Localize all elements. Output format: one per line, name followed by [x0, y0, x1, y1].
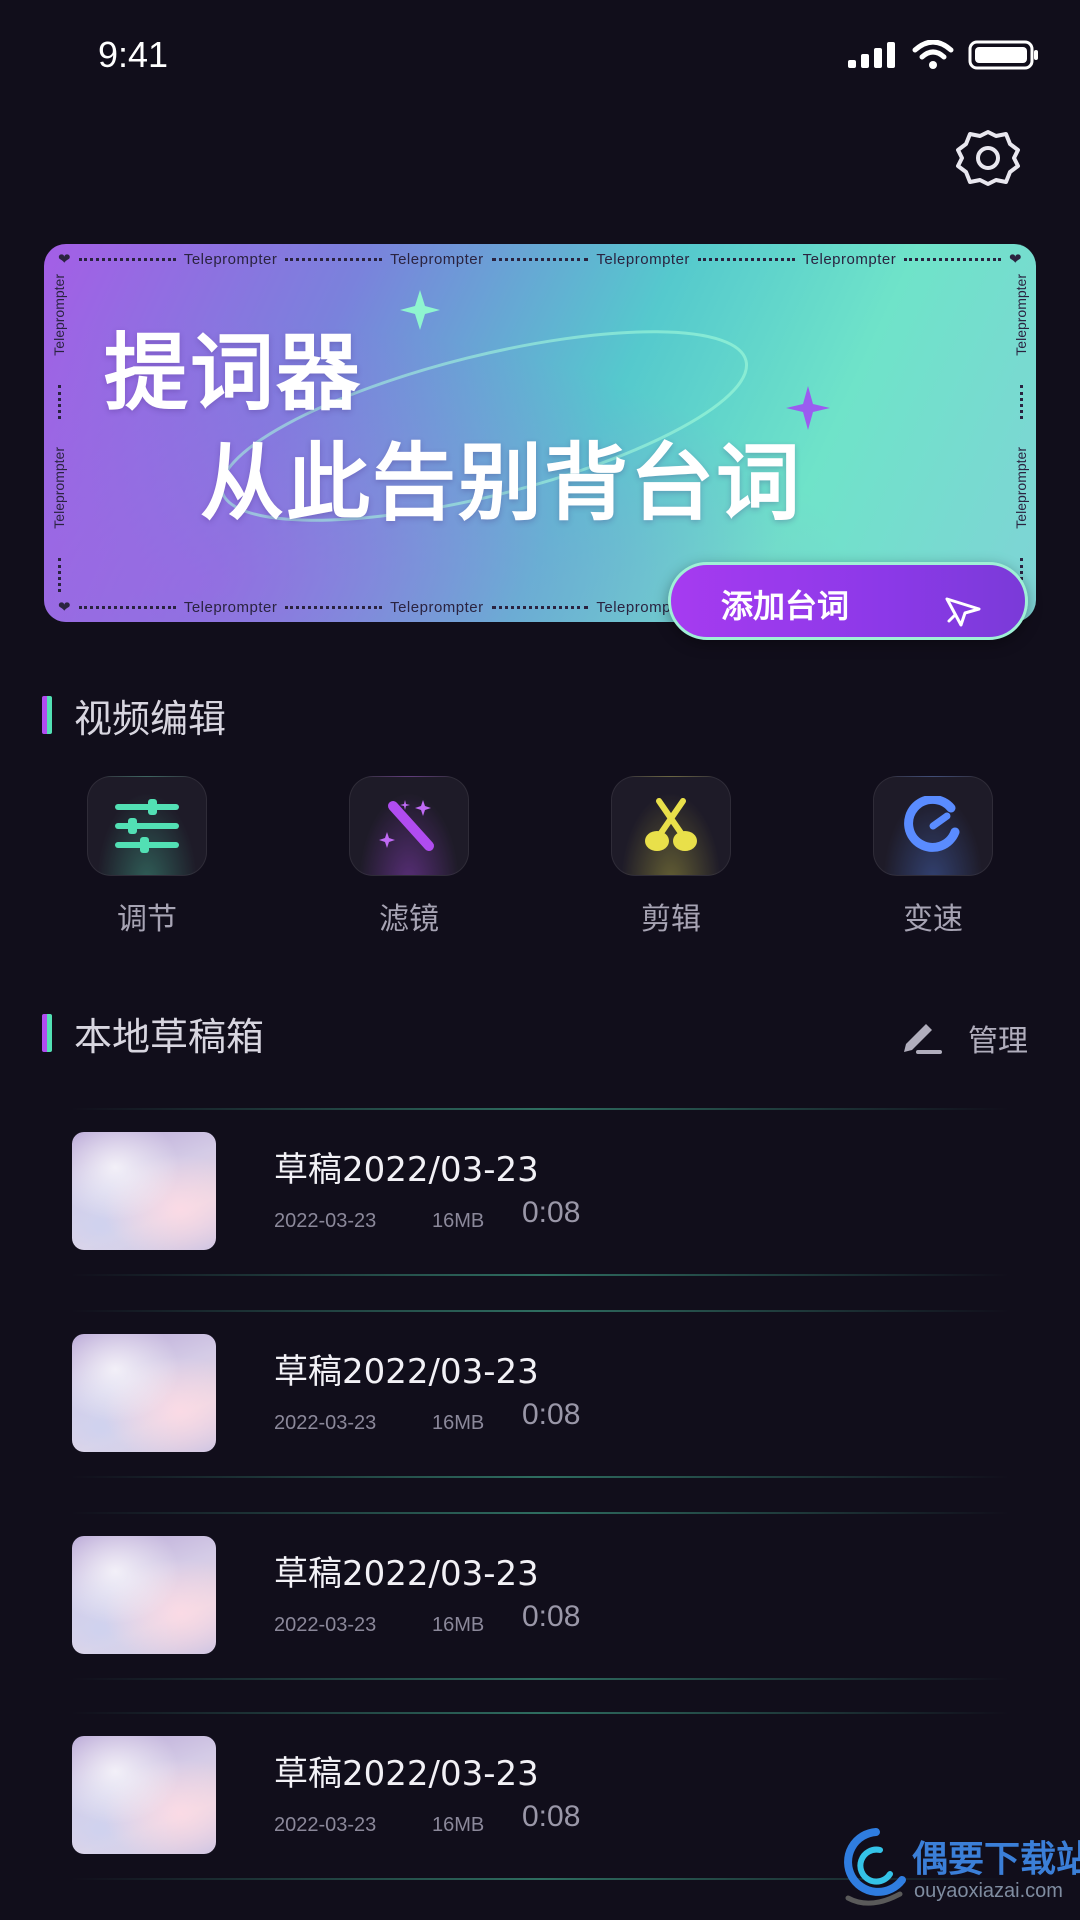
draft-date: 2022-03-23: [274, 1814, 377, 1836]
draft-size: 16MB: [432, 1210, 485, 1232]
section-accent-bar: [42, 1014, 52, 1052]
draft-duration: 0:08: [522, 1398, 581, 1431]
site-watermark: 偶要下载站 ouyaoxiazai.com: [838, 1824, 1080, 1916]
tool-label: 变速: [903, 902, 963, 937]
teleprompter-banner[interactable]: ❤ Teleprompter Teleprompter Teleprompter…: [44, 244, 1036, 640]
status-bar: 9:41: [0, 0, 1080, 110]
draft-date: 2022-03-23: [274, 1412, 377, 1434]
signal-icon: [848, 42, 895, 68]
banner-title-line2: 从此告别背台词: [200, 434, 803, 532]
draft-title: 草稿2022/03-23: [274, 1352, 539, 1392]
drafts-header: 本地草稿箱: [42, 1006, 402, 1059]
section-accent-bar: [42, 696, 52, 734]
draft-item[interactable]: 草稿2022/03-23 2022-03-23 16MB 0:08: [60, 1512, 1020, 1680]
banner-title-line1: 提词器: [104, 324, 363, 422]
sliders-icon: [87, 776, 207, 876]
settings-button[interactable]: [952, 126, 1024, 190]
tool-speed[interactable]: 变速: [858, 776, 1008, 937]
watermark-name: 偶要下载站: [912, 1839, 1080, 1880]
draft-thumbnail: [72, 1334, 216, 1452]
watermark-url: ouyaoxiazai.com: [914, 1880, 1063, 1902]
draft-size: 16MB: [432, 1814, 485, 1836]
tool-adjust[interactable]: 调节: [72, 776, 222, 937]
divider: [70, 1678, 1010, 1680]
status-time: 9:41: [98, 34, 169, 75]
scissors-icon: [611, 776, 731, 876]
draft-title: 草稿2022/03-23: [274, 1754, 539, 1794]
draft-size: 16MB: [432, 1412, 485, 1434]
draft-size: 16MB: [432, 1614, 485, 1636]
add-script-label: 添加台词: [721, 587, 850, 625]
divider: [70, 1512, 1010, 1514]
draft-item[interactable]: 草稿2022/03-23 2022-03-23 16MB 0:08: [60, 1108, 1020, 1276]
draft-item[interactable]: 草稿2022/03-23 2022-03-23 16MB 0:08: [60, 1310, 1020, 1478]
manage-label: 管理: [968, 1024, 1028, 1059]
divider: [70, 1108, 1010, 1110]
draft-title: 草稿2022/03-23: [274, 1554, 539, 1594]
drafts-title: 本地草稿箱: [74, 1015, 265, 1059]
draft-date: 2022-03-23: [274, 1210, 377, 1232]
speed-gauge-icon: [873, 776, 993, 876]
manage-button[interactable]: 管理: [898, 1014, 1038, 1059]
video-edit-header: 视频编辑: [42, 688, 342, 741]
draft-duration: 0:08: [522, 1600, 581, 1633]
draft-title: 草稿2022/03-23: [274, 1150, 539, 1190]
tool-cut[interactable]: 剪辑: [596, 776, 746, 937]
video-edit-title: 视频编辑: [74, 697, 227, 741]
magic-wand-icon: [349, 776, 469, 876]
watermark-logo-icon: [844, 1828, 906, 1906]
draft-thumbnail: [72, 1132, 216, 1250]
tool-filter[interactable]: 滤镜: [334, 776, 484, 937]
draft-duration: 0:08: [522, 1800, 581, 1833]
tool-label: 剪辑: [641, 902, 701, 937]
divider: [70, 1712, 1010, 1714]
draft-date: 2022-03-23: [274, 1614, 377, 1636]
edit-pencil-icon: [904, 1024, 942, 1054]
add-script-button[interactable]: 添加台词: [668, 562, 1028, 640]
divider: [70, 1476, 1010, 1478]
divider: [70, 1310, 1010, 1312]
tool-label: 调节: [117, 902, 177, 937]
status-icons: [848, 40, 1040, 70]
draft-thumbnail: [72, 1736, 216, 1854]
cursor-click-icon: [945, 597, 981, 627]
draft-duration: 0:08: [522, 1196, 581, 1229]
battery-icon: [968, 40, 1038, 70]
gear-icon: [956, 130, 1020, 186]
wifi-icon: [912, 40, 954, 69]
divider: [70, 1274, 1010, 1276]
draft-thumbnail: [72, 1536, 216, 1654]
tool-label: 滤镜: [379, 902, 439, 937]
